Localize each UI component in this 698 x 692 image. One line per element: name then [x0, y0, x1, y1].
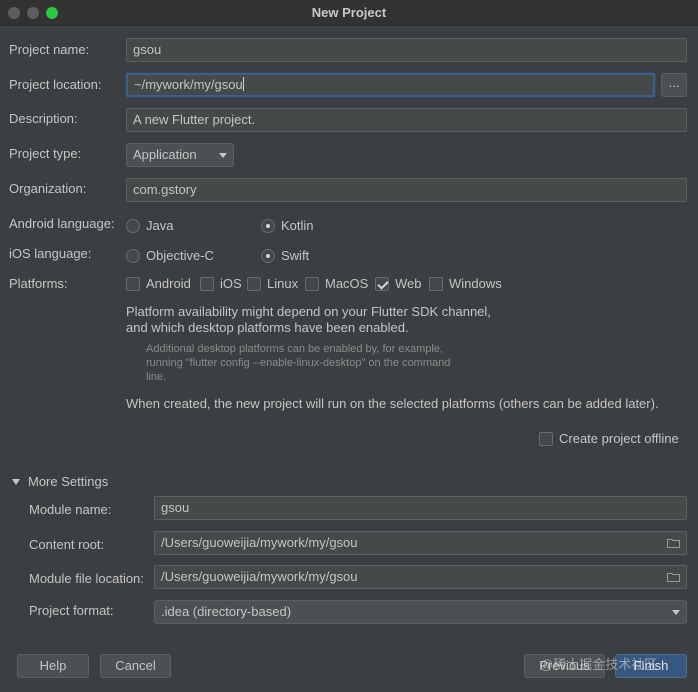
- project-type-value: Application: [133, 147, 197, 162]
- desktop-note-line2: running "flutter config --enable-linux-d…: [146, 357, 451, 369]
- radio-ios-swift[interactable]: Swift: [261, 248, 309, 263]
- checkbox-icon[interactable]: [247, 276, 261, 291]
- radio-label: Kotlin: [281, 218, 314, 233]
- more-settings-toggle[interactable]: More Settings: [12, 474, 108, 489]
- chevron-down-icon: [672, 610, 680, 615]
- checkbox-icon[interactable]: [305, 276, 319, 291]
- more-settings-title: More Settings: [28, 474, 109, 489]
- text-cursor: [242, 77, 244, 91]
- checkbox-macos[interactable]: MacOS: [305, 276, 368, 291]
- triangle-down-icon: [12, 478, 20, 485]
- radio-label: Swift: [281, 248, 310, 263]
- project-name-value: gsou: [133, 42, 162, 57]
- content-root-field[interactable]: /Users/guoweijia/mywork/my/gsou: [154, 531, 687, 555]
- cancel-button[interactable]: Cancel: [100, 654, 171, 678]
- checkbox-checked-icon[interactable]: [375, 276, 389, 291]
- title-bar: New Project: [0, 0, 698, 26]
- checkbox-icon[interactable]: [200, 276, 214, 291]
- window-title: New Project: [311, 5, 387, 20]
- project-location-field[interactable]: ~/mywork/my/gsou: [126, 73, 655, 97]
- checkbox-label: Linux: [267, 276, 299, 291]
- radio-android-java[interactable]: Java: [126, 218, 173, 233]
- checkbox-windows[interactable]: Windows: [429, 276, 502, 291]
- checkbox-android[interactable]: Android: [126, 276, 191, 291]
- checkbox-linux[interactable]: Linux: [247, 276, 298, 291]
- module-file-location-value: /Users/guoweijia/mywork/my/gsou: [161, 569, 358, 584]
- when-created-note: When created, the new project will run o…: [126, 396, 659, 411]
- project-location-label: Project location:: [9, 77, 102, 92]
- checkbox-label: Android: [146, 276, 191, 291]
- description-value: A new Flutter project.: [133, 112, 256, 127]
- radio-label: Objective-C: [146, 248, 214, 263]
- project-format-label: Project format:: [29, 603, 114, 618]
- radio-label: Java: [146, 218, 174, 233]
- help-button[interactable]: Help: [17, 654, 89, 678]
- watermark: @稀土掘金技术社区: [540, 657, 658, 672]
- checkbox-ios[interactable]: iOS: [200, 276, 242, 291]
- checkbox-icon[interactable]: [126, 276, 140, 291]
- radio-selected-icon[interactable]: [261, 218, 275, 233]
- content-root-label: Content root:: [29, 537, 105, 552]
- organization-value: com.gstory: [133, 182, 197, 197]
- organization-field[interactable]: com.gstory: [126, 178, 687, 202]
- checkbox-icon[interactable]: [429, 276, 443, 291]
- description-field[interactable]: A new Flutter project.: [126, 108, 687, 132]
- desktop-note-line1: Additional desktop platforms can be enab…: [146, 343, 443, 355]
- content-root-value: /Users/guoweijia/mywork/my/gsou: [161, 535, 358, 550]
- module-name-value: gsou: [161, 500, 190, 515]
- radio-icon[interactable]: [126, 218, 140, 233]
- checkbox-label: Windows: [449, 276, 502, 291]
- folder-icon[interactable]: [667, 572, 680, 582]
- project-type-label: Project type:: [9, 146, 82, 161]
- project-name-field[interactable]: gsou: [126, 38, 687, 62]
- module-name-field[interactable]: gsou: [154, 496, 687, 520]
- checkbox-web[interactable]: Web: [375, 276, 422, 291]
- checkbox-create-offline[interactable]: Create project offline: [539, 431, 679, 446]
- create-offline-label: Create project offline: [559, 431, 679, 446]
- radio-icon[interactable]: [126, 248, 140, 263]
- desktop-note-line3: line.: [146, 371, 167, 383]
- project-format-value: .idea (directory-based): [161, 604, 292, 619]
- ios-language-label: iOS language:: [9, 246, 92, 261]
- checkbox-label: iOS: [220, 276, 242, 291]
- radio-android-kotlin[interactable]: Kotlin: [261, 218, 314, 233]
- browse-location-button[interactable]: ...: [661, 73, 687, 97]
- radio-ios-objective-c[interactable]: Objective-C: [126, 248, 214, 263]
- description-label: Description:: [9, 111, 78, 126]
- module-file-location-field[interactable]: /Users/guoweijia/mywork/my/gsou: [154, 565, 687, 589]
- module-file-location-label: Module file location:: [29, 571, 144, 586]
- radio-selected-icon[interactable]: [261, 248, 275, 263]
- availability-note-line1: Platform availability might depend on yo…: [126, 304, 491, 319]
- chevron-down-icon: [219, 153, 227, 158]
- checkbox-icon[interactable]: [539, 431, 553, 446]
- platforms-label: Platforms:: [9, 276, 68, 291]
- checkbox-label: Web: [395, 276, 422, 291]
- android-language-label: Android language:: [9, 216, 115, 231]
- module-name-label: Module name:: [29, 502, 112, 517]
- folder-icon[interactable]: [667, 538, 680, 548]
- project-type-select[interactable]: Application: [126, 143, 234, 167]
- availability-note-line2: and which desktop platforms have been en…: [126, 320, 409, 335]
- project-name-label: Project name:: [9, 42, 90, 57]
- organization-label: Organization:: [9, 181, 87, 196]
- project-location-value: ~/mywork/my/gsou: [134, 77, 243, 92]
- checkbox-label: MacOS: [325, 276, 369, 291]
- project-format-select[interactable]: .idea (directory-based): [154, 600, 687, 624]
